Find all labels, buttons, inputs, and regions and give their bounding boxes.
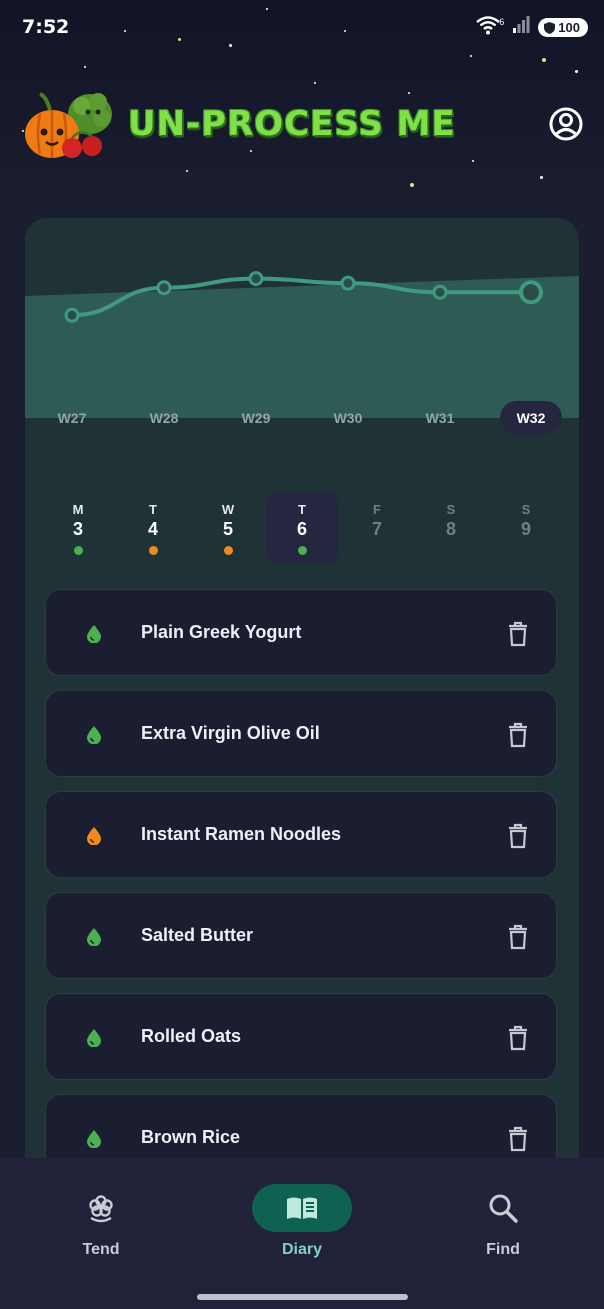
day-number: 9 (520, 519, 531, 539)
day-number: 6 (296, 519, 307, 539)
day-number: 3 (72, 519, 83, 539)
trash-icon[interactable] (507, 823, 529, 849)
day-tue[interactable]: T 4 (117, 492, 189, 564)
bottom-navigation: Tend Diary Find (0, 1158, 604, 1309)
chart-point-w30[interactable] (340, 275, 356, 291)
app-header: 7:52 6 100 UN-PROCESS ME (0, 0, 604, 192)
day-number: 4 (147, 519, 158, 539)
book-icon (287, 1197, 317, 1219)
drop-icon (87, 928, 101, 946)
drop-icon (87, 827, 101, 845)
chart-point-w31[interactable] (432, 284, 448, 300)
food-name: Brown Rice (141, 1127, 241, 1147)
day-thu[interactable]: T 6 (266, 492, 338, 564)
day-letter: F (373, 502, 381, 517)
app-title: UN-PROCESS ME (128, 104, 456, 144)
week-label: W32 (516, 409, 546, 426)
week-label: W28 (149, 409, 179, 426)
wifi-badge: 6 (499, 16, 505, 27)
drop-icon (87, 1130, 101, 1148)
trash-icon[interactable] (507, 722, 529, 748)
signal-icon (512, 16, 530, 39)
day-number: 5 (222, 519, 233, 539)
day-number: 7 (371, 519, 382, 539)
week-label: W31 (425, 409, 455, 426)
food-name: Rolled Oats (141, 1026, 242, 1046)
day-letter: T (149, 502, 157, 517)
week-label: W30 (333, 409, 363, 426)
trash-icon[interactable] (507, 1025, 529, 1051)
nav-label: Diary (281, 1241, 323, 1258)
flower-icon (89, 1195, 113, 1223)
chart-point-w28[interactable] (156, 280, 172, 296)
week-w30[interactable]: W30 (317, 401, 379, 434)
shield-icon (544, 21, 556, 34)
day-status-dot (223, 546, 233, 555)
chart-point-w27[interactable] (64, 307, 80, 323)
food-item[interactable]: Rolled Oats (45, 993, 557, 1080)
status-time: 7:52 (22, 16, 70, 38)
food-item[interactable]: Instant Ramen Noodles (45, 791, 557, 878)
day-status-dot (297, 546, 307, 555)
veggie-mascot-logo (22, 88, 114, 160)
trash-icon[interactable] (507, 1126, 529, 1152)
account-circle-icon (549, 107, 583, 141)
food-name: Salted Butter (141, 925, 254, 945)
day-letter: S (446, 502, 456, 517)
week-w28[interactable]: W28 (133, 401, 195, 434)
home-indicator (197, 1294, 408, 1300)
weekly-trend-chart (25, 271, 579, 418)
chart-area-fill (25, 276, 579, 418)
chart-point-w29[interactable] (248, 271, 264, 287)
day-fri[interactable]: F 7 (341, 492, 413, 564)
drop-icon (87, 1029, 101, 1047)
week-w29[interactable]: W29 (225, 401, 287, 434)
food-item[interactable]: Salted Butter (45, 892, 557, 979)
day-sat[interactable]: S 8 (415, 492, 487, 564)
drop-icon (87, 625, 101, 643)
battery-level: 100 (558, 20, 580, 35)
day-status-dot (73, 546, 83, 555)
nav-label: Find (486, 1241, 520, 1258)
food-name: Instant Ramen Noodles (141, 824, 342, 844)
battery-indicator: 100 (538, 18, 588, 37)
week-w32[interactable]: W32 (500, 401, 562, 434)
day-letter: S (521, 502, 531, 517)
food-item[interactable]: Extra Virgin Olive Oil (45, 690, 557, 777)
week-w31[interactable]: W31 (409, 401, 471, 434)
day-letter: T (298, 502, 306, 517)
food-name: Plain Greek Yogurt (141, 622, 302, 642)
food-item[interactable]: Plain Greek Yogurt (45, 589, 557, 676)
trash-icon[interactable] (507, 924, 529, 950)
nav-label: Tend (82, 1241, 120, 1258)
food-name: Extra Virgin Olive Oil (141, 723, 320, 743)
day-sun[interactable]: S 9 (490, 492, 562, 564)
week-label: W29 (241, 409, 271, 426)
week-label: W27 (57, 409, 87, 426)
day-wed[interactable]: W 5 (192, 492, 264, 564)
drop-icon (87, 726, 101, 744)
nav-tend[interactable]: Tend (41, 1158, 161, 1268)
day-mon[interactable]: M 3 (42, 492, 114, 564)
week-w27[interactable]: W27 (41, 401, 103, 434)
status-icons: 6 100 (475, 14, 588, 41)
search-icon (489, 1194, 518, 1223)
day-status-dot (148, 546, 158, 555)
nav-diary[interactable]: Diary (242, 1158, 362, 1268)
nav-find[interactable]: Find (443, 1158, 563, 1268)
profile-button[interactable] (548, 106, 584, 142)
day-letter: M (72, 502, 84, 517)
day-number: 8 (445, 519, 456, 539)
trash-icon[interactable] (507, 621, 529, 647)
day-letter: W (221, 502, 235, 517)
chart-point-w32[interactable] (519, 280, 543, 305)
wifi-icon (475, 14, 501, 41)
